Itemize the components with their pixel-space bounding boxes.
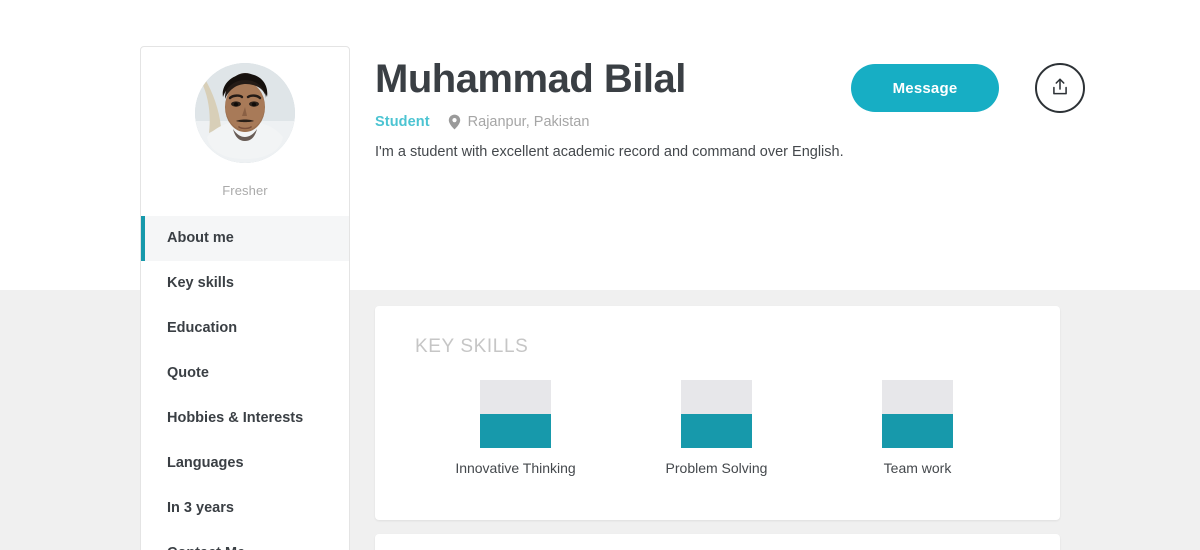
key-skills-row: Innovative Thinking Problem Solving Team… bbox=[415, 380, 1020, 476]
skill-bar-track bbox=[480, 380, 551, 448]
skill-bar-fill bbox=[882, 414, 953, 448]
sidebar-item-label: Languages bbox=[167, 455, 244, 471]
sidebar-item-label: In 3 years bbox=[167, 500, 234, 516]
sidebar-item-label: Contact Me bbox=[167, 545, 245, 550]
skill-label: Team work bbox=[883, 460, 952, 476]
role-label: Student bbox=[375, 114, 430, 130]
sidebar-profile-block: Fresher bbox=[141, 47, 349, 198]
profile-tagline: I'm a student with excellent academic re… bbox=[375, 144, 844, 160]
message-button[interactable]: Message bbox=[851, 64, 999, 112]
sidebar-item-contact-me[interactable]: Contact Me bbox=[141, 531, 349, 550]
map-pin-icon bbox=[448, 114, 461, 130]
sidebar-item-hobbies-interests[interactable]: Hobbies & Interests bbox=[141, 396, 349, 441]
sidebar-item-label: Hobbies & Interests bbox=[167, 410, 304, 426]
next-section-card bbox=[375, 534, 1060, 550]
profile-sidebar: Fresher About me Key skills Education Qu… bbox=[140, 46, 350, 550]
avatar bbox=[195, 63, 295, 163]
skill-item: Innovative Thinking bbox=[415, 380, 616, 476]
key-skills-title: KEY SKILLS bbox=[415, 336, 529, 357]
sidebar-item-education[interactable]: Education bbox=[141, 306, 349, 351]
sidebar-item-languages[interactable]: Languages bbox=[141, 441, 349, 486]
location-label: Rajanpur, Pakistan bbox=[467, 114, 590, 130]
skill-label: Problem Solving bbox=[665, 460, 768, 476]
sidebar-item-in-3-years[interactable]: In 3 years bbox=[141, 486, 349, 531]
sidebar-item-label: About me bbox=[167, 230, 234, 246]
skill-bar-track bbox=[681, 380, 752, 448]
profile-meta-row: Student Rajanpur, Pakistan bbox=[375, 114, 1075, 130]
skill-item: Team work bbox=[817, 380, 1018, 476]
skill-bar-fill bbox=[681, 414, 752, 448]
sidebar-item-label: Quote bbox=[167, 365, 209, 381]
sidebar-item-key-skills[interactable]: Key skills bbox=[141, 261, 349, 306]
skill-bar-track bbox=[882, 380, 953, 448]
sidebar-item-label: Education bbox=[167, 320, 238, 336]
sidebar-menu: About me Key skills Education Quote Hobb… bbox=[141, 216, 349, 550]
sidebar-item-label: Key skills bbox=[167, 275, 234, 291]
skill-bar-fill bbox=[480, 414, 551, 448]
profile-actions: Message bbox=[851, 63, 1085, 113]
key-skills-card: KEY SKILLS Innovative Thinking Problem S… bbox=[375, 306, 1060, 520]
experience-label: Fresher bbox=[222, 183, 268, 198]
sidebar-item-about-me[interactable]: About me bbox=[141, 216, 349, 261]
skill-label: Innovative Thinking bbox=[455, 460, 576, 476]
skill-item: Problem Solving bbox=[616, 380, 817, 476]
share-upload-icon bbox=[1050, 77, 1070, 100]
sidebar-item-quote[interactable]: Quote bbox=[141, 351, 349, 396]
share-button[interactable] bbox=[1035, 63, 1085, 113]
